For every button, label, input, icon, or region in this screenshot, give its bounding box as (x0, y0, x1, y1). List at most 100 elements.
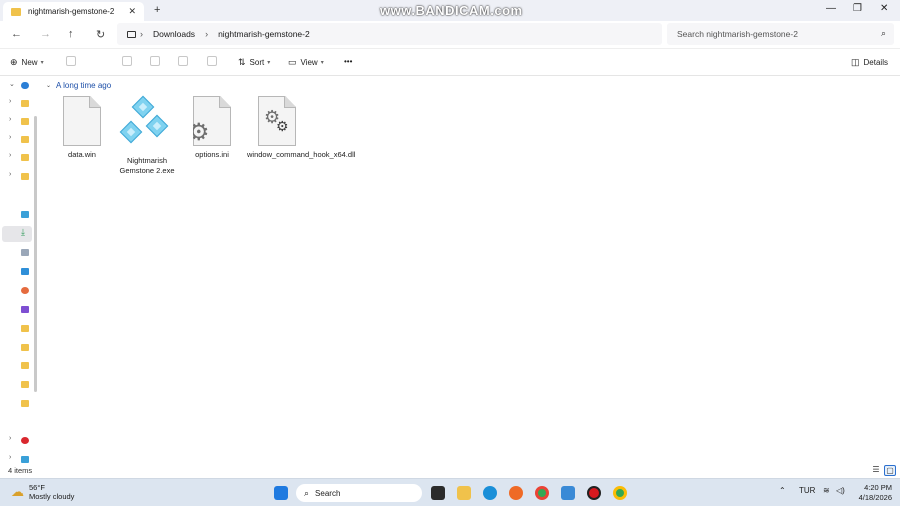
folder-icon (21, 381, 29, 388)
forward-button[interactable]: → (40, 28, 51, 40)
chrome-icon[interactable] (535, 486, 549, 500)
rename-icon[interactable] (178, 56, 188, 66)
refresh-button[interactable]: ↻ (96, 28, 105, 41)
folder-icon (21, 344, 29, 351)
download-icon: ⤓ (21, 227, 25, 237)
details-pane-icon: ◫ (851, 57, 860, 67)
details-button[interactable]: ◫ Details (851, 57, 888, 68)
sidebar-item-onedrive[interactable]: ⌄ (0, 78, 37, 94)
folder-icon (21, 173, 29, 180)
chevron-down-icon: ▾ (267, 60, 271, 66)
watermark: www.BANDICAM.com (380, 3, 523, 18)
sidebar-item-folder[interactable]: › (0, 169, 37, 185)
sidebar-item-folder[interactable] (0, 321, 37, 337)
edge-icon[interactable] (483, 486, 497, 500)
weather-temp: 56°F (29, 483, 45, 492)
group-header[interactable]: ⌄ A long time ago (46, 81, 111, 90)
view-icon: ▭ (288, 57, 297, 67)
sidebar-item-mega[interactable]: › (0, 433, 37, 449)
search-input[interactable]: Search nightmarish-gemstone-2 ⌕ (667, 23, 894, 45)
more-options-button[interactable]: ••• (344, 57, 352, 66)
new-tab-button[interactable]: + (154, 4, 160, 16)
sidebar-item-folder[interactable]: › (0, 96, 37, 112)
sidebar-item-folder[interactable] (0, 340, 37, 356)
delete-icon[interactable] (207, 56, 217, 66)
chevron-right-icon: › (9, 116, 12, 123)
sort-label: Sort (249, 58, 265, 67)
sidebar-item-folder[interactable] (0, 377, 37, 393)
taskbar-search[interactable]: ⌕ Search (296, 484, 422, 502)
tab-title: nightmarish-gemstone-2 (28, 7, 115, 16)
photos-icon[interactable] (561, 486, 575, 500)
close-tab-icon[interactable]: ✕ (128, 6, 136, 17)
copy-icon[interactable] (122, 56, 132, 66)
file-explorer-icon[interactable] (457, 486, 471, 500)
task-view-icon[interactable] (431, 486, 445, 500)
file-item[interactable]: data.win (52, 96, 112, 160)
language-indicator[interactable]: TUR (799, 486, 815, 495)
file-item[interactable]: Nightmarish Gemstone 2.exe (117, 95, 177, 175)
sidebar-item-downloads[interactable]: ⤓ (2, 226, 32, 242)
title-bar: nightmarish-gemstone-2 ✕ + www.BANDICAM.… (0, 0, 900, 21)
chevron-right-icon: › (9, 152, 12, 159)
file-item[interactable]: ⚙ options.ini (182, 96, 242, 160)
sidebar-scrollbar[interactable] (34, 116, 37, 392)
chevron-right-icon: › (9, 435, 12, 442)
chevron-right-icon: › (9, 171, 12, 178)
sort-button[interactable]: ⇅ Sort ▾ (238, 57, 270, 68)
dll-file-icon: ⚙ ⚙ (258, 96, 296, 146)
sort-icon: ⇅ (238, 57, 246, 67)
cut-icon[interactable] (66, 56, 76, 66)
breadcrumb-downloads[interactable]: Downloads (153, 29, 195, 39)
cloud-icon (21, 82, 29, 89)
chevron-down-icon: ⌄ (46, 83, 52, 89)
sidebar-item-folder[interactable]: › (0, 114, 37, 130)
address-bar-row: ← → ↑ ↻ › Downloads › nightmarish-gemsto… (0, 21, 900, 48)
sidebar-item-pictures[interactable] (0, 264, 37, 280)
view-button[interactable]: ▭ View ▾ (288, 57, 324, 68)
sidebar-item-desktop[interactable] (0, 207, 37, 223)
navigation-pane: ⌄ › › › › › ⤓ › › (0, 76, 37, 464)
sidebar-item-folder[interactable]: › (0, 150, 37, 166)
volume-icon[interactable]: ◁) (836, 486, 845, 495)
large-icons-view-icon[interactable]: ▢ (884, 465, 896, 476)
clock-time: 4:20 PM (864, 483, 892, 492)
close-window-button[interactable]: ✕ (880, 3, 888, 14)
details-label: Details (863, 58, 888, 67)
sidebar-item-folder[interactable]: › (0, 132, 37, 148)
new-label: New (21, 58, 38, 67)
sidebar-item-folder[interactable] (0, 396, 37, 412)
computer-icon (127, 30, 136, 38)
file-item[interactable]: ⚙ ⚙ window_command_hook_x64.dll (247, 96, 355, 160)
wifi-icon[interactable]: ≋ (823, 486, 830, 495)
sidebar-item-videos[interactable] (0, 302, 37, 318)
chevron-right-icon: › (9, 134, 12, 141)
tab-nightmarish-gemstone-2[interactable]: nightmarish-gemstone-2 ✕ (3, 2, 144, 21)
details-view-icon[interactable]: ☰ (870, 465, 882, 476)
address-field[interactable]: › Downloads › nightmarish-gemstone-2 (117, 23, 662, 45)
chevron-right-icon: › (9, 98, 12, 105)
start-icon[interactable] (274, 486, 288, 500)
weather-widget[interactable]: ☁ 56°F Mostly cloudy (11, 483, 74, 501)
file-name: Nightmarish Gemstone 2.exe (119, 156, 175, 175)
back-button[interactable]: ← (11, 28, 22, 40)
file-name: options.ini (195, 150, 229, 159)
taskbar: ☁ 56°F Mostly cloudy ⌕ Search ⌃ TUR ≋ ◁)… (0, 478, 900, 506)
sidebar-item-folder[interactable] (0, 358, 37, 374)
search-placeholder: Search nightmarish-gemstone-2 (677, 29, 798, 39)
paste-icon[interactable] (150, 56, 160, 66)
new-button[interactable]: ⊕ New ▾ (10, 57, 44, 68)
up-button[interactable]: ↑ (68, 28, 74, 40)
settings-file-icon: ⚙ (193, 96, 231, 146)
sidebar-item-documents[interactable] (0, 245, 37, 261)
chevron-up-icon[interactable]: ⌃ (779, 486, 786, 495)
minimize-button[interactable]: — (826, 3, 836, 14)
chrome-icon[interactable] (613, 486, 627, 500)
folder-icon (21, 100, 29, 107)
clock[interactable]: 4:20 PM 4/18/2026 (848, 483, 892, 502)
bandicam-icon[interactable] (587, 486, 601, 500)
sidebar-item-music[interactable] (0, 283, 37, 299)
firefox-icon[interactable] (509, 486, 523, 500)
maximize-button[interactable]: ❐ (853, 3, 862, 14)
breadcrumb-current-folder[interactable]: nightmarish-gemstone-2 (218, 29, 310, 39)
